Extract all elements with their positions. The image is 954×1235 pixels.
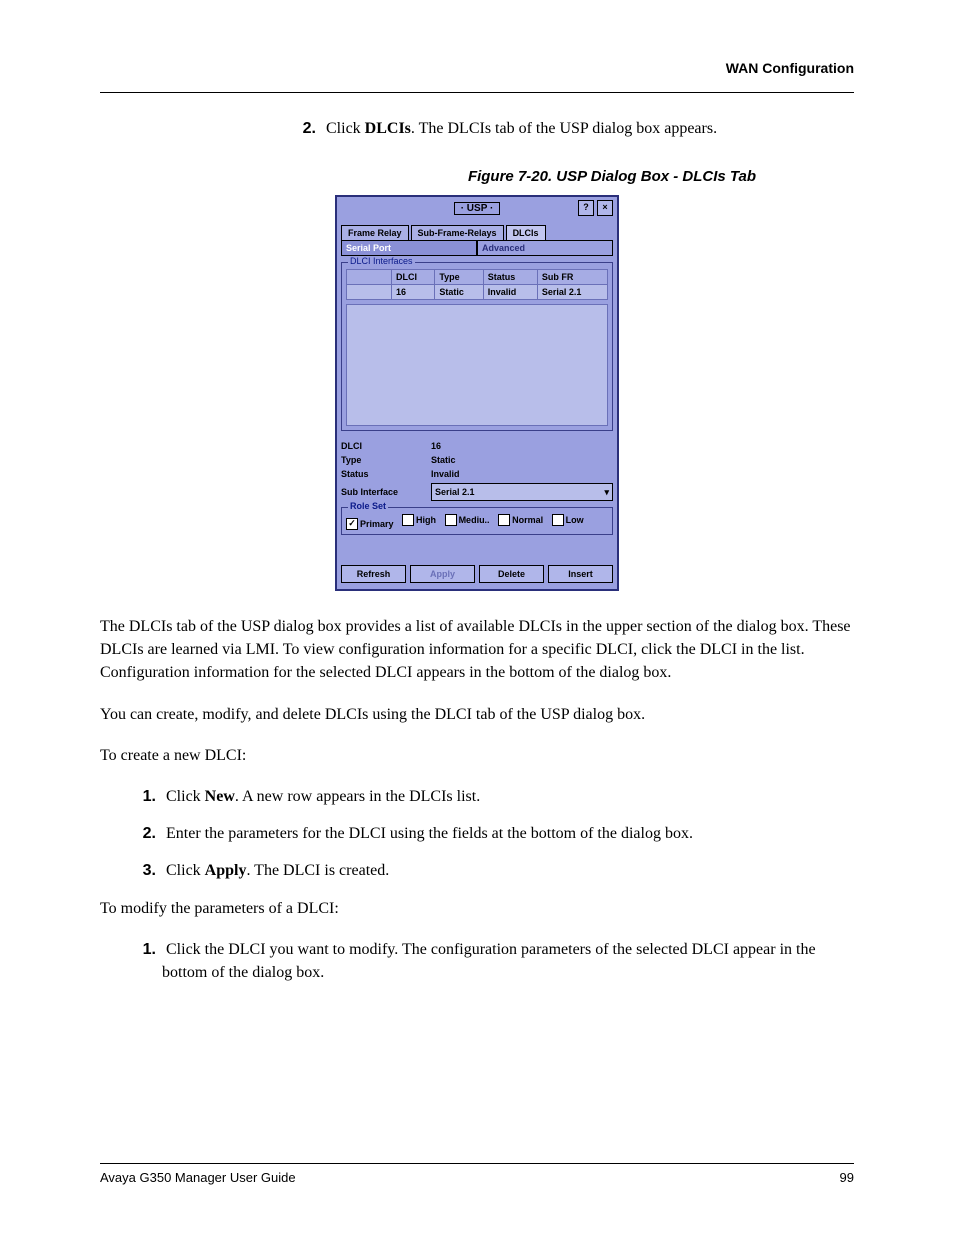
usp-dialog: · USP · ? × Frame Relay Sub-Frame-Relays… [335,195,619,591]
step-number: 2. [290,120,316,138]
tab-sub-frame-relays[interactable]: Sub-Frame-Relays [411,225,504,240]
dlci-table[interactable]: DLCI Type Status Sub FR 16 Static Invali… [346,269,608,300]
role-medium[interactable]: Mediu.. [445,514,490,526]
cell-blank [347,285,392,300]
paragraph: The DLCIs tab of the USP dialog box prov… [100,615,854,685]
footer-page-number: 99 [840,1170,854,1185]
col-subfr: Sub FR [537,270,607,285]
paragraph: You can create, modify, and delete DLCIs… [100,703,854,726]
subtab-serial-port[interactable]: Serial Port [341,240,477,256]
subtab-advanced[interactable]: Advanced [477,240,613,256]
paragraph: To create a new DLCI: [100,744,854,767]
status-label: Status [341,469,431,479]
checkbox-icon: ✓ [346,518,358,530]
checkbox-icon [552,514,564,526]
col-blank [347,270,392,285]
intro-text-prefix: Click [326,120,365,137]
body-text: The DLCIs tab of the USP dialog box prov… [100,615,854,984]
tab-dlcis[interactable]: DLCIs [506,225,546,240]
role-high[interactable]: High [402,514,436,526]
checkbox-icon [445,514,457,526]
list-item: 1. Click New. A new row appears in the D… [130,785,854,808]
role-label: Primary [360,519,394,529]
subtabs-row: Serial Port Advanced [341,240,613,256]
table-empty-area [346,304,608,426]
step-bold: Apply [205,862,247,879]
col-dlci: DLCI [392,270,435,285]
panel-label: DLCI Interfaces [348,256,415,266]
figure-caption: Figure 7-20. USP Dialog Box - DLCIs Tab [370,168,854,185]
insert-button[interactable]: Insert [548,565,613,583]
tab-frame-relay[interactable]: Frame Relay [341,225,409,240]
role-label: Normal [512,515,543,525]
cell-type: Static [435,285,483,300]
intro-text-suffix: . The DLCIs tab of the USP dialog box ap… [411,120,717,137]
step-number: 1. [130,938,156,961]
table-row[interactable]: 16 Static Invalid Serial 2.1 [347,285,608,300]
checkbox-icon [498,514,510,526]
dialog-title: · USP · [454,202,501,215]
step-text-post: Enter the parameters for the DLCI using … [166,825,693,842]
table-header-row: DLCI Type Status Sub FR [347,270,608,285]
role-label: Mediu.. [459,515,490,525]
delete-button[interactable]: Delete [479,565,544,583]
header-rule [100,92,854,93]
intro-bold: DLCIs [365,120,411,137]
col-type: Type [435,270,483,285]
role-set-label: Role Set [348,501,388,511]
footer-rule [100,1163,854,1164]
role-normal[interactable]: Normal [498,514,543,526]
role-label: High [416,515,436,525]
paragraph: To modify the parameters of a DLCI: [100,897,854,920]
checkbox-icon [402,514,414,526]
sub-interface-select[interactable]: Serial 2.1 ▾ [431,483,613,501]
step-number: 1. [130,785,156,808]
step-text-post: Click the DLCI you want to modify. The c… [162,941,816,981]
intro-step: 2. Click DLCIs. The DLCIs tab of the USP… [290,120,854,138]
close-icon[interactable]: × [597,200,613,216]
step-number: 2. [130,822,156,845]
role-set-panel: Role Set ✓Primary High Mediu.. Normal Lo… [341,507,613,535]
chevron-down-icon: ▾ [604,487,609,498]
role-primary[interactable]: ✓Primary [346,518,394,530]
type-label: Type [341,455,431,465]
dlci-label: DLCI [341,441,431,451]
cell-status: Invalid [483,285,537,300]
sub-interface-value: Serial 2.1 [435,487,475,497]
step-text-pre: Click [166,862,205,879]
footer-left: Avaya G350 Manager User Guide [100,1170,296,1185]
apply-button[interactable]: Apply [410,565,475,583]
step-text-pre: Click [166,788,205,805]
dlci-interfaces-panel: DLCI Interfaces DLCI Type Status Sub FR … [341,262,613,431]
button-row: Refresh Apply Delete Insert [337,565,617,589]
role-label: Low [566,515,584,525]
list-item: 1. Click the DLCI you want to modify. Th… [130,938,854,984]
step-text-post: . A new row appears in the DLCIs list. [235,788,480,805]
step-text-post: . The DLCI is created. [246,862,389,879]
title-bar: · USP · ? × [337,197,617,219]
tabs-row: Frame Relay Sub-Frame-Relays DLCIs [341,225,613,240]
dlci-value: 16 [431,441,613,451]
list-item: 3. Click Apply. The DLCI is created. [130,859,854,882]
status-value: Invalid [431,469,613,479]
step-number: 3. [130,859,156,882]
section-header: WAN Configuration [726,60,854,76]
step-bold: New [205,788,235,805]
cell-subfr: Serial 2.1 [537,285,607,300]
col-status: Status [483,270,537,285]
type-value: Static [431,455,613,465]
refresh-button[interactable]: Refresh [341,565,406,583]
list-item: 2. Enter the parameters for the DLCI usi… [130,822,854,845]
role-low[interactable]: Low [552,514,584,526]
help-icon[interactable]: ? [578,200,594,216]
sub-interface-label: Sub Interface [341,487,431,497]
page-footer: Avaya G350 Manager User Guide 99 [100,1163,854,1185]
cell-dlci: 16 [392,285,435,300]
